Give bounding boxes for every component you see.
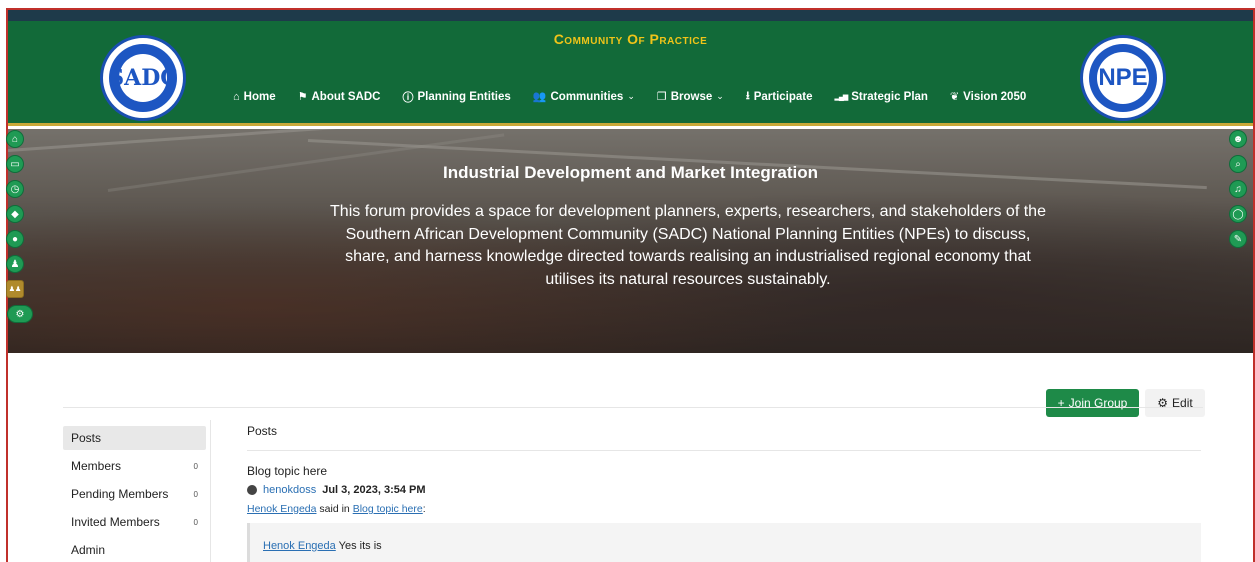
fire-icon[interactable]: ●	[6, 230, 24, 248]
left-sidebar-rail: ⌂ ▭ ◷ ◆ ● ♟ ♟♟ ⚙	[6, 130, 33, 330]
site-title: Community Of Practice	[553, 31, 708, 47]
menu-label: Admin	[71, 543, 106, 557]
compose-icon[interactable]: ✎	[1229, 230, 1247, 248]
nav-label: About SADC	[311, 90, 381, 103]
nav-vision-2050[interactable]: ❦ Vision 2050	[950, 87, 1026, 106]
signal-bars-icon: ▂▄▆	[834, 93, 849, 101]
group-description: This forum provides a space for developm…	[330, 203, 1046, 288]
post-timestamp: Jul 3, 2023, 3:54 PM	[322, 484, 426, 496]
nav-label: Participate	[753, 90, 813, 103]
nav-label: Home	[243, 90, 276, 103]
sadc-logo[interactable]: SADC	[100, 35, 186, 121]
chat-icon[interactable]: ◯	[1229, 205, 1247, 223]
avatar[interactable]	[247, 485, 257, 495]
npe-logo-text: NPE	[1097, 52, 1149, 104]
join-group-button[interactable]: + Join Group	[1046, 389, 1139, 417]
menu-label: Invited Members	[71, 515, 160, 529]
group-menu-admin[interactable]: Admin	[63, 538, 206, 562]
nav-label: Strategic Plan	[851, 90, 928, 103]
quote-text-author-link[interactable]: Henok Engeda	[263, 540, 336, 552]
nav-label: Communities	[550, 90, 624, 103]
tag-icon[interactable]: ◆	[6, 205, 24, 223]
group-menu-members[interactable]: Members 0	[63, 454, 206, 478]
chevron-down-icon: ⌄	[627, 91, 635, 101]
nav-strategic-plan[interactable]: ▂▄▆ Strategic Plan	[835, 87, 928, 106]
group-menu-invited-members[interactable]: Invited Members 0	[63, 510, 206, 534]
download-icon: ⭳	[745, 90, 750, 102]
nav-communities[interactable]: 👥 Communities ⌄	[533, 87, 635, 106]
nav-label: Vision 2050	[963, 90, 1027, 103]
quote-colon: :	[422, 503, 426, 515]
menu-count: 0	[193, 489, 198, 499]
nav-home[interactable]: ⌂ Home	[233, 87, 276, 106]
top-strip	[8, 10, 1253, 21]
group-menu-posts[interactable]: Posts	[63, 426, 206, 450]
leaf-icon: ❦	[949, 91, 960, 103]
nav-label: Planning Entities	[417, 90, 511, 103]
group-menu: Posts Members 0 Pending Members 0 Invite…	[63, 426, 206, 562]
group-title: Industrial Development and Market Integr…	[442, 163, 818, 182]
chevron-down-icon: ⌄	[716, 91, 724, 101]
profile-avatar-icon[interactable]: ☻	[1229, 130, 1247, 148]
cogs-icon[interactable]: ⚙	[7, 305, 33, 323]
search-icon[interactable]: ⌕	[1229, 155, 1247, 173]
window-icon: ❐	[656, 91, 667, 103]
right-sidebar-rail: ☻ ⌕ ♫ ◯ ✎	[1229, 130, 1247, 255]
quote-text: Yes its is	[338, 540, 382, 552]
home-icon: ⌂	[233, 90, 240, 103]
quote-said-in: said in	[319, 503, 350, 515]
users-icon: 👥	[532, 91, 547, 103]
nav-planning-entities[interactable]: ⓘ Planning Entities	[402, 87, 510, 106]
group-banner: Industrial Development and Market Integr…	[8, 129, 1253, 353]
post-meta: henokdoss Jul 3, 2023, 3:54 PM	[247, 484, 426, 496]
divider	[247, 450, 1201, 451]
menu-label: Pending Members	[71, 487, 169, 501]
group-menu-pending-members[interactable]: Pending Members 0	[63, 482, 206, 506]
flag-icon: ⚑	[297, 91, 308, 103]
clock-icon[interactable]: ◷	[6, 180, 24, 198]
menu-count: 0	[193, 517, 198, 527]
quote-author-link[interactable]: Henok Engeda	[247, 503, 316, 515]
divider	[63, 407, 1203, 408]
site-header: SADC Community Of Practice NPE ⌂ Home ⚑ …	[8, 21, 1253, 126]
menu-label: Members	[71, 459, 122, 473]
quote-attribution: Henok Engeda said in Blog topic here:	[247, 503, 426, 515]
quote-topic-link[interactable]: Blog topic here	[353, 503, 423, 515]
posts-heading: Posts	[247, 424, 278, 438]
user-icon[interactable]: ♟	[6, 255, 24, 273]
post-author-link[interactable]: henokdoss	[263, 484, 316, 496]
edit-button[interactable]: ⚙ Edit	[1145, 389, 1205, 417]
post-title[interactable]: Blog topic here	[247, 464, 327, 478]
main-nav: ⌂ Home ⚑ About SADC ⓘ Planning Entities …	[233, 87, 1048, 106]
nav-browse[interactable]: ❐ Browse ⌄	[657, 87, 724, 106]
menu-count: 0	[193, 461, 198, 471]
group-icon[interactable]: ♟♟	[6, 280, 24, 298]
bell-icon[interactable]: ♫	[1229, 180, 1247, 198]
npe-logo[interactable]: NPE	[1080, 35, 1166, 121]
home-icon[interactable]: ⌂	[6, 130, 24, 148]
info-icon: ⓘ	[402, 91, 414, 104]
nav-about-sadc[interactable]: ⚑ About SADC	[298, 87, 381, 106]
divider	[210, 420, 211, 562]
sadc-logo-text: SADC	[108, 54, 178, 102]
page-frame: SADC Community Of Practice NPE ⌂ Home ⚑ …	[6, 8, 1255, 562]
nav-participate[interactable]: ⭳ Participate	[746, 87, 813, 106]
inbox-icon[interactable]: ▭	[6, 155, 24, 173]
blockquote: Henok Engeda Yes its is	[247, 523, 1201, 562]
nav-label: Browse	[670, 90, 713, 103]
menu-label: Posts	[71, 431, 102, 445]
